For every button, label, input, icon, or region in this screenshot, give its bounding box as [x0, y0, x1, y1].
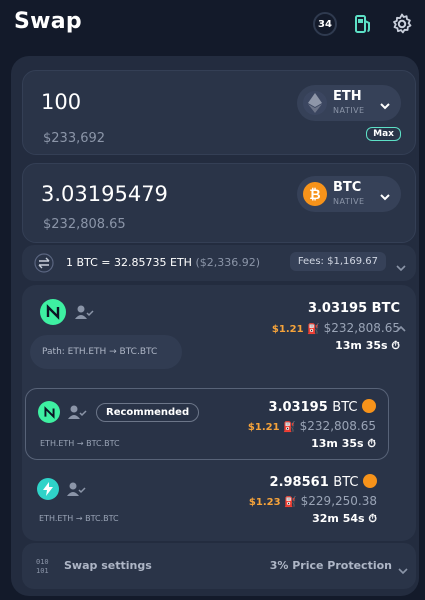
btc-icon: ₿ [303, 182, 327, 206]
route-amount: 3.03195 [268, 400, 328, 415]
route-path: Path: ETH.ETH → BTC.BTC [30, 335, 182, 369]
to-panel: 3.03195479 $232,808.65 ₿ BTC NATIVE [22, 163, 416, 243]
swap-arrows-icon[interactable] [34, 253, 54, 277]
to-token-symbol: BTC [333, 180, 362, 195]
routes-panel: Path: ETH.ETH → BTC.BTC 3.03195 BTC $1.2… [22, 285, 416, 541]
recommended-badge: Recommended [96, 403, 200, 422]
selected-gas-cost: $1.21 [271, 324, 304, 335]
gear-icon[interactable] [390, 12, 414, 36]
route-amount: 2.98561 [269, 475, 329, 490]
chevron-down-icon [379, 97, 391, 110]
timer-icon: ⏱ [367, 437, 376, 450]
svg-text:101: 101 [36, 567, 49, 575]
route-option[interactable]: ETH.ETH → BTC.BTC 2.98561 BTC $1.23 ⛽ $2… [25, 468, 389, 534]
user-check-icon [67, 404, 87, 424]
price-protection-label: 3% Price Protection [269, 559, 392, 572]
to-usd-value: $232,808.65 [43, 217, 126, 232]
selected-route-amount: 3.03195 BTC [307, 301, 400, 316]
timer-icon: ⏱ [391, 339, 400, 352]
selected-route-time: 13m 35s [335, 339, 388, 352]
binary-settings-icon: 010 101 [36, 556, 56, 580]
max-button[interactable]: Max [366, 127, 401, 141]
thorchain-icon [38, 401, 60, 423]
to-token-chain: NATIVE [333, 197, 365, 206]
from-token-symbol: ETH [333, 89, 362, 104]
from-token-selector[interactable]: ETH NATIVE [297, 85, 401, 121]
chevron-down-icon [379, 188, 391, 201]
timer-icon: ⏱ [368, 512, 377, 525]
fees-badge: Fees: $1,169.67 [289, 252, 386, 271]
fuel-icon: ⛽ [284, 497, 297, 508]
selected-route-usd: $232,808.65 [323, 321, 400, 335]
route-gas-cost: $1.23 [248, 497, 281, 508]
route-token: BTC [332, 400, 358, 415]
svg-text:010: 010 [36, 558, 49, 566]
swap-settings-label: Swap settings [64, 559, 152, 572]
btc-icon [363, 474, 377, 488]
route-time: 32m 54s [312, 512, 365, 525]
user-check-icon [66, 481, 86, 501]
fuel-icon: ⛽ [307, 324, 320, 335]
from-amount-input[interactable]: 100 [41, 90, 81, 114]
fuel-pump-icon[interactable] [351, 12, 375, 36]
route-usd: $232,808.65 [299, 419, 376, 433]
exchange-rate: 1 BTC = 32.85735 ETH ($2,336.92) [66, 256, 260, 269]
eth-icon [303, 91, 327, 115]
route-option-recommended[interactable]: Recommended ETH.ETH → BTC.BTC 3.03195 BT… [25, 388, 389, 460]
bolt-provider-icon [37, 478, 59, 500]
chevron-up-icon[interactable] [396, 319, 406, 338]
chevron-down-icon[interactable] [396, 258, 406, 277]
route-path: ETH.ETH → BTC.BTC [39, 514, 119, 523]
route-time: 13m 35s [311, 437, 364, 450]
to-amount: 3.03195479 [41, 182, 168, 206]
user-check-icon [74, 304, 94, 324]
to-token-selector[interactable]: ₿ BTC NATIVE [297, 176, 401, 212]
route-path: ETH.ETH → BTC.BTC [40, 439, 120, 448]
swap-settings-bar[interactable]: 010 101 Swap settings 3% Price Protection [22, 543, 416, 589]
rate-usd: ($2,336.92) [195, 256, 261, 269]
swap-card: 100 $233,692 ETH NATIVE Max 3.03195479 $… [11, 56, 419, 596]
route-gas-cost: $1.21 [247, 422, 280, 433]
selected-route-summary: 3.03195 BTC $1.21 ⛽ $232,808.65 13m 35s … [272, 301, 400, 353]
notification-badge[interactable]: 34 [313, 12, 337, 36]
exchange-rate-bar[interactable]: 1 BTC = 32.85735 ETH ($2,336.92) Fees: $… [22, 245, 416, 281]
route-token: BTC [333, 475, 359, 490]
rate-text: 1 BTC = 32.85735 ETH [66, 256, 192, 269]
from-token-chain: NATIVE [333, 106, 365, 115]
chevron-down-icon[interactable] [398, 561, 408, 580]
thorchain-icon [40, 299, 66, 325]
from-panel: 100 $233,692 ETH NATIVE Max [22, 70, 416, 155]
from-usd-value: $233,692 [43, 131, 106, 146]
fuel-icon: ⛽ [283, 422, 296, 433]
btc-icon [362, 399, 376, 413]
page-title: Swap [14, 9, 82, 34]
route-usd: $229,250.38 [300, 494, 377, 508]
header: Swap 34 [0, 0, 425, 48]
